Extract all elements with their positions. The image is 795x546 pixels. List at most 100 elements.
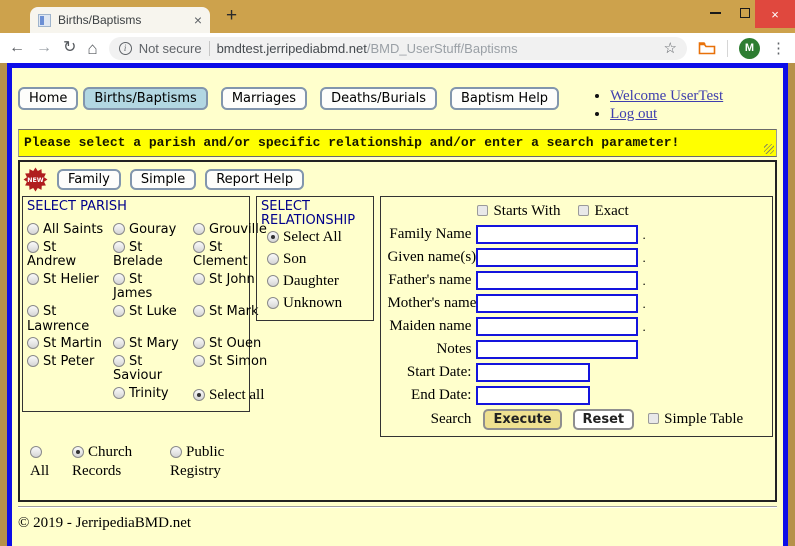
- start-date-input[interactable]: [476, 363, 591, 382]
- parish-radio-st-lawrence[interactable]: St Lawrence: [27, 304, 89, 334]
- radio-icon[interactable]: [193, 354, 205, 367]
- browser-tab[interactable]: Births/Baptisms ×: [30, 7, 210, 33]
- starts-with-option[interactable]: Starts With: [477, 203, 560, 220]
- nav-baptism-help-button[interactable]: Baptism Help: [450, 87, 560, 110]
- nav-home-button[interactable]: Home: [18, 87, 79, 110]
- given-names-input[interactable]: [476, 248, 639, 267]
- resize-grip-icon[interactable]: [764, 144, 774, 154]
- end-date-label: End Date:: [411, 387, 472, 403]
- nav-births-baptisms-button[interactable]: Births/Baptisms: [83, 87, 208, 110]
- radio-icon[interactable]: [27, 272, 39, 285]
- family-button[interactable]: Family: [57, 168, 121, 190]
- parish-radio-grouville[interactable]: Grouville: [193, 223, 267, 238]
- radio-icon[interactable]: [193, 305, 205, 318]
- radio-icon[interactable]: [193, 240, 205, 253]
- radio-icon[interactable]: [27, 240, 39, 253]
- family-name-input[interactable]: [476, 225, 639, 244]
- parish-radio-trinity[interactable]: Trinity: [113, 386, 193, 404]
- radio-icon[interactable]: [113, 272, 125, 285]
- relationship-radio-select-all[interactable]: Select All: [267, 229, 369, 246]
- maiden-name-input[interactable]: [476, 317, 639, 336]
- record-source-church-records[interactable]: Church Records: [72, 443, 142, 481]
- parish-radio-st-john[interactable]: St John: [193, 272, 255, 302]
- tab-close-icon[interactable]: ×: [194, 12, 202, 28]
- relationship-radio-son[interactable]: Son: [267, 251, 369, 268]
- radio-icon[interactable]: [27, 223, 39, 236]
- address-bar[interactable]: i Not secure bmdtest.jerripediabmd.net/B…: [108, 36, 687, 60]
- end-date-input[interactable]: [476, 386, 591, 405]
- radio-icon[interactable]: [113, 305, 125, 318]
- parish-radio-st-helier[interactable]: St Helier: [27, 272, 113, 302]
- notes-input[interactable]: [476, 340, 639, 359]
- radio-icon[interactable]: [267, 230, 279, 243]
- parish-radio-st-martin[interactable]: St Martin: [27, 336, 113, 352]
- relationship-radio-unknown[interactable]: Unknown: [267, 295, 369, 312]
- exact-checkbox[interactable]: [578, 205, 590, 216]
- parish-radio-select-all[interactable]: Select all: [193, 387, 264, 404]
- window-minimize-button[interactable]: [710, 12, 721, 14]
- radio-icon[interactable]: [113, 337, 125, 350]
- exact-option[interactable]: Exact: [578, 203, 629, 220]
- radio-icon[interactable]: [113, 223, 125, 236]
- relationship-radio-daughter[interactable]: Daughter: [267, 273, 369, 290]
- nav-deaths-burials-button[interactable]: Deaths/Burials: [320, 87, 437, 110]
- welcome-user-link[interactable]: Welcome UserTest: [610, 88, 723, 104]
- new-badge-icon: NEW: [23, 167, 48, 191]
- parish-radio-st-ouen[interactable]: St Ouen: [193, 336, 261, 352]
- record-source-public-registry[interactable]: Public Registry: [170, 443, 240, 481]
- parish-radio-gouray[interactable]: Gouray: [113, 223, 193, 238]
- radio-icon[interactable]: [72, 446, 84, 458]
- radio-icon[interactable]: [193, 388, 205, 401]
- new-tab-button[interactable]: +: [226, 5, 237, 27]
- report-help-button[interactable]: Report Help: [205, 168, 305, 190]
- folder-icon[interactable]: [698, 41, 716, 55]
- simple-table-checkbox[interactable]: [648, 413, 660, 424]
- radio-icon[interactable]: [267, 296, 279, 309]
- parish-radio-st-brelade[interactable]: St Brelade: [113, 240, 169, 270]
- browser-menu-icon[interactable]: ⋮: [771, 39, 786, 57]
- logout-link[interactable]: Log out: [610, 106, 657, 122]
- radio-icon[interactable]: [170, 446, 182, 458]
- radio-icon[interactable]: [267, 274, 279, 287]
- radio-icon[interactable]: [193, 223, 205, 236]
- home-icon[interactable]: ⌂: [87, 40, 97, 57]
- execute-button[interactable]: Execute: [483, 409, 562, 430]
- fathers-name-input[interactable]: [476, 271, 639, 290]
- window-close-button[interactable]: ×: [755, 0, 795, 28]
- parish-radio-st-clement[interactable]: St Clement: [193, 240, 249, 270]
- reset-button[interactable]: Reset: [572, 409, 635, 430]
- parish-radio-all-saints[interactable]: All Saints: [27, 223, 113, 238]
- nav-marriages-button[interactable]: Marriages: [220, 87, 308, 110]
- bookmark-star-icon[interactable]: ☆: [664, 39, 677, 57]
- radio-icon[interactable]: [113, 354, 125, 367]
- reload-icon[interactable]: ↻: [63, 40, 76, 56]
- back-icon[interactable]: ←: [9, 40, 25, 56]
- radio-icon[interactable]: [27, 354, 39, 367]
- not-secure-info-icon[interactable]: i: [118, 41, 132, 55]
- parish-radio-st-saviour[interactable]: St Saviour: [113, 354, 169, 384]
- window-maximize-button[interactable]: [740, 8, 750, 18]
- simple-button[interactable]: Simple: [129, 168, 197, 190]
- radio-icon[interactable]: [27, 337, 39, 350]
- radio-icon[interactable]: [193, 272, 205, 285]
- select-parish-title: SELECT PARISH: [27, 199, 127, 214]
- forward-icon[interactable]: →: [36, 40, 52, 56]
- radio-icon[interactable]: [113, 386, 125, 399]
- radio-icon[interactable]: [113, 240, 125, 253]
- parish-radio-st-simon[interactable]: St Simon: [193, 354, 267, 384]
- profile-avatar[interactable]: M: [739, 37, 760, 59]
- parish-radio-st-james[interactable]: St James: [113, 272, 169, 302]
- record-source-all[interactable]: All: [30, 443, 62, 481]
- radio-icon[interactable]: [267, 252, 279, 265]
- parish-radio-st-andrew[interactable]: St Andrew: [27, 240, 83, 270]
- mothers-name-input[interactable]: [476, 294, 639, 313]
- parish-radio-st-mary[interactable]: St Mary: [113, 336, 193, 352]
- radio-icon[interactable]: [193, 337, 205, 350]
- radio-icon[interactable]: [27, 305, 39, 318]
- parish-radio-st-luke[interactable]: St Luke: [113, 304, 193, 334]
- parish-radio-st-peter[interactable]: St Peter: [27, 354, 113, 384]
- parish-radio-st-mark[interactable]: St Mark: [193, 304, 259, 334]
- simple-table-option[interactable]: Simple Table: [648, 411, 743, 428]
- radio-icon[interactable]: [30, 446, 42, 458]
- starts-with-checkbox[interactable]: [477, 205, 489, 216]
